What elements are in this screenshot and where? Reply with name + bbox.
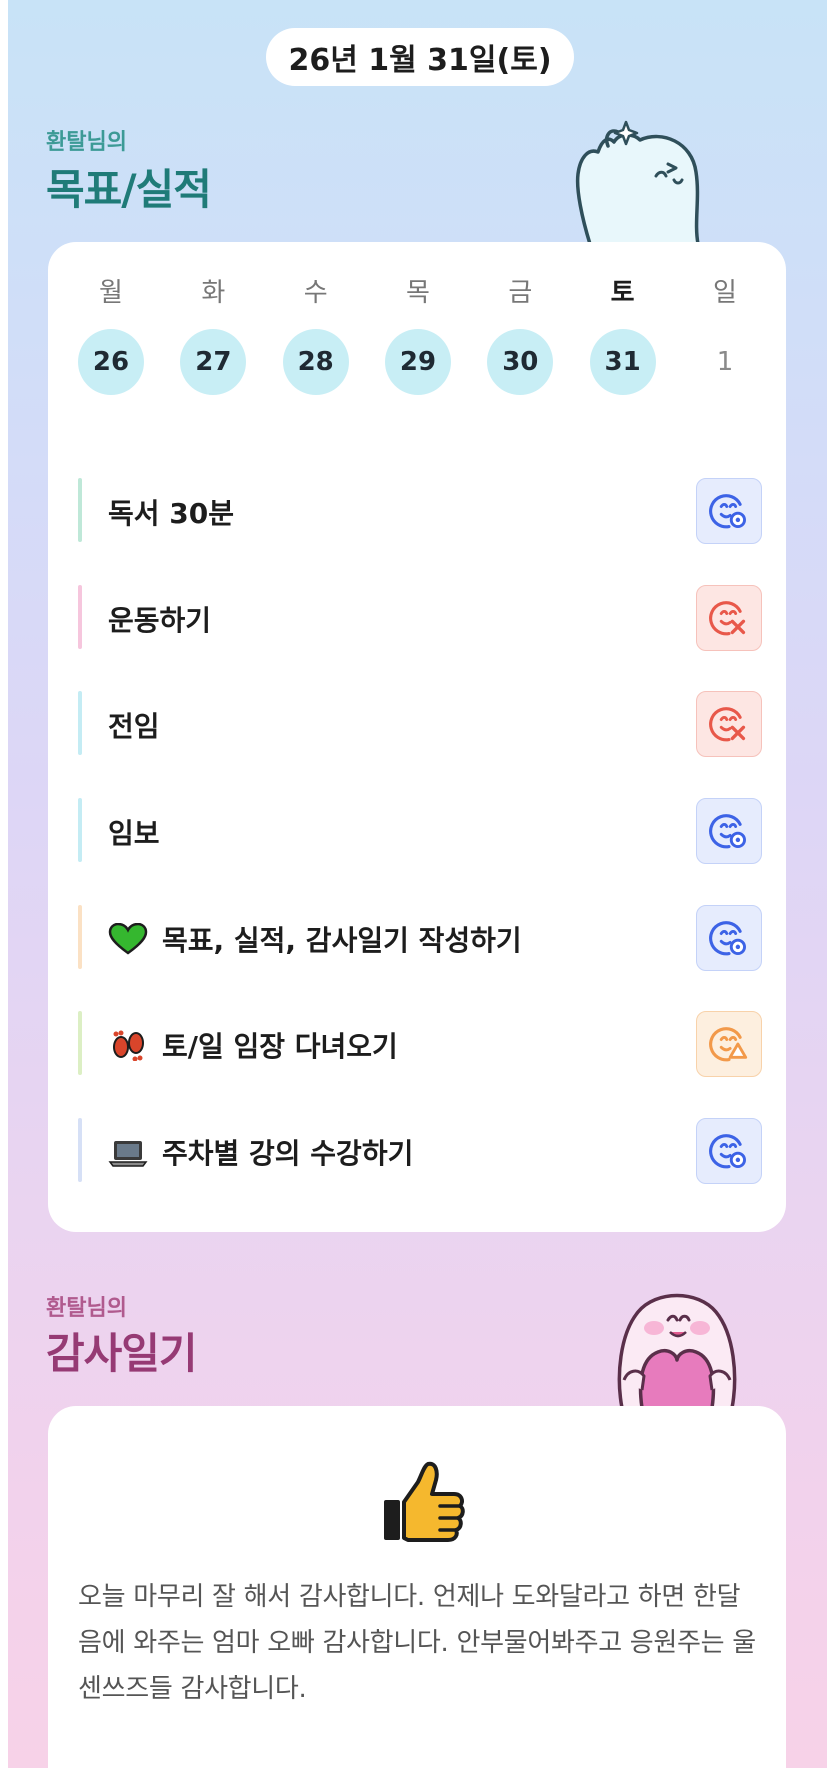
task-color-bar xyxy=(78,798,82,863)
task-text: 독서 30분 xyxy=(108,497,234,530)
task-label: 독서 30분 xyxy=(108,492,234,532)
diary-text[interactable]: 오늘 마무리 잘 해서 감사합니다. 언제나 도와달라고 하면 한달음에 와주는… xyxy=(78,1574,758,1712)
smile-warning-icon xyxy=(709,1027,748,1062)
diary-owner-label: 환탈님의 xyxy=(46,1296,127,1321)
weekday-label: 일 xyxy=(713,278,737,308)
weekday-label: 목 xyxy=(406,278,430,308)
smile-check-icon xyxy=(709,1134,746,1169)
task-status-button[interactable] xyxy=(696,478,762,544)
task-status-button[interactable] xyxy=(696,584,762,651)
date-cell[interactable]: 29 xyxy=(384,329,451,395)
task-row[interactable]: 전임 xyxy=(78,665,768,772)
date-cell[interactable]: 26 xyxy=(78,329,144,395)
weekday-label: 토 xyxy=(610,278,635,308)
page-background: 26년 1월 31일(토) 환탈님의 목표/실적 월화수목금토일 26 27 28 2… xyxy=(8,0,827,1768)
date-row: 26 27 28 29 30 31 1 xyxy=(78,329,758,395)
task-list: 독서 30분 운동하기 전임 임보 목표, 실적, 감사일기 작성하기 토/일 … xyxy=(78,452,768,1199)
task-row[interactable]: 운동하기 xyxy=(78,559,768,666)
date-cell[interactable]: 30 xyxy=(487,329,554,395)
task-label: 주차별 강의 수강하기 xyxy=(108,1132,413,1172)
goals-card: 월 화 수 목 금 토 일 26 27 28 29 30 31 1 독서 30분 운동하기 전임 xyxy=(48,242,786,1232)
task-color-bar xyxy=(78,904,82,969)
weekday-label: 월 xyxy=(99,278,123,308)
task-label: 임보 xyxy=(108,812,160,852)
weekday-label: 수 xyxy=(303,278,328,308)
task-label: 운동하기 xyxy=(108,599,211,639)
weekday-label: 화 xyxy=(201,278,226,308)
diary-card: 오늘 마무리 잘 해서 감사합니다. 언제나 도와달라고 하면 한달음에 와주는… xyxy=(48,1406,786,1768)
task-color-bar xyxy=(78,584,82,649)
task-label: 전임 xyxy=(108,705,160,745)
date-cell[interactable]: 28 xyxy=(282,329,349,395)
weekday-row: 월화수목금토일 xyxy=(78,272,758,309)
task-color-bar xyxy=(78,1011,82,1076)
task-text: 운동하기 xyxy=(108,603,212,637)
diary-title: 감사일기 xyxy=(46,1329,198,1378)
task-status-button[interactable] xyxy=(696,798,762,865)
date-cell[interactable]: 1 xyxy=(692,329,758,395)
task-row[interactable]: 목표, 실적, 감사일기 작성하기 xyxy=(78,879,768,986)
green-heart-icon xyxy=(108,922,148,955)
goals-owner-label: 환탈님의 xyxy=(46,130,127,155)
task-color-bar xyxy=(78,1118,82,1183)
task-text: 목표, 실적, 감사일기 작성하기 xyxy=(162,923,522,957)
thumbs-up-icon xyxy=(384,1461,465,1542)
task-label: 목표, 실적, 감사일기 작성하기 xyxy=(108,919,522,959)
week-calendar: 월 화 수 목 금 토 일 26 27 28 29 30 31 1 xyxy=(78,272,758,395)
weekday-label: 금 xyxy=(508,278,533,308)
task-text: 주차별 강의 수강하기 xyxy=(162,1137,414,1171)
date-pill[interactable]: 26년 1월 31일(토) xyxy=(266,28,574,86)
task-color-bar xyxy=(78,478,82,542)
task-row[interactable]: 임보 xyxy=(78,772,768,879)
laptop-icon xyxy=(108,1141,148,1167)
task-color-bar xyxy=(78,691,82,756)
smile-check-icon xyxy=(709,494,746,529)
task-row[interactable]: 주차별 강의 수강하기 xyxy=(78,1092,768,1199)
task-status-button[interactable] xyxy=(696,1118,762,1185)
smile-check-icon xyxy=(709,814,746,849)
date-cell[interactable]: 31 xyxy=(589,329,656,395)
task-status-button[interactable] xyxy=(696,904,762,971)
ghost-mascot-icon xyxy=(575,120,700,244)
footprints-icon xyxy=(113,1030,144,1062)
smile-x-icon xyxy=(709,600,746,636)
task-text: 전임 xyxy=(108,710,160,744)
smile-check-icon xyxy=(709,920,746,956)
task-row[interactable]: 토/일 임장 다녀오기 xyxy=(78,985,768,1092)
heart-ghost-mascot-icon xyxy=(617,1293,737,1408)
date-cell[interactable]: 27 xyxy=(180,329,247,395)
task-label: 토/일 임장 다녀오기 xyxy=(108,1025,398,1065)
task-text: 토/일 임장 다녀오기 xyxy=(162,1030,398,1064)
smile-x-icon xyxy=(709,707,746,742)
task-text: 임보 xyxy=(108,817,160,851)
goals-title: 목표/실적 xyxy=(46,165,212,214)
task-status-button[interactable] xyxy=(696,691,762,758)
task-status-button[interactable] xyxy=(696,1011,762,1078)
task-row[interactable]: 독서 30분 xyxy=(78,452,768,559)
